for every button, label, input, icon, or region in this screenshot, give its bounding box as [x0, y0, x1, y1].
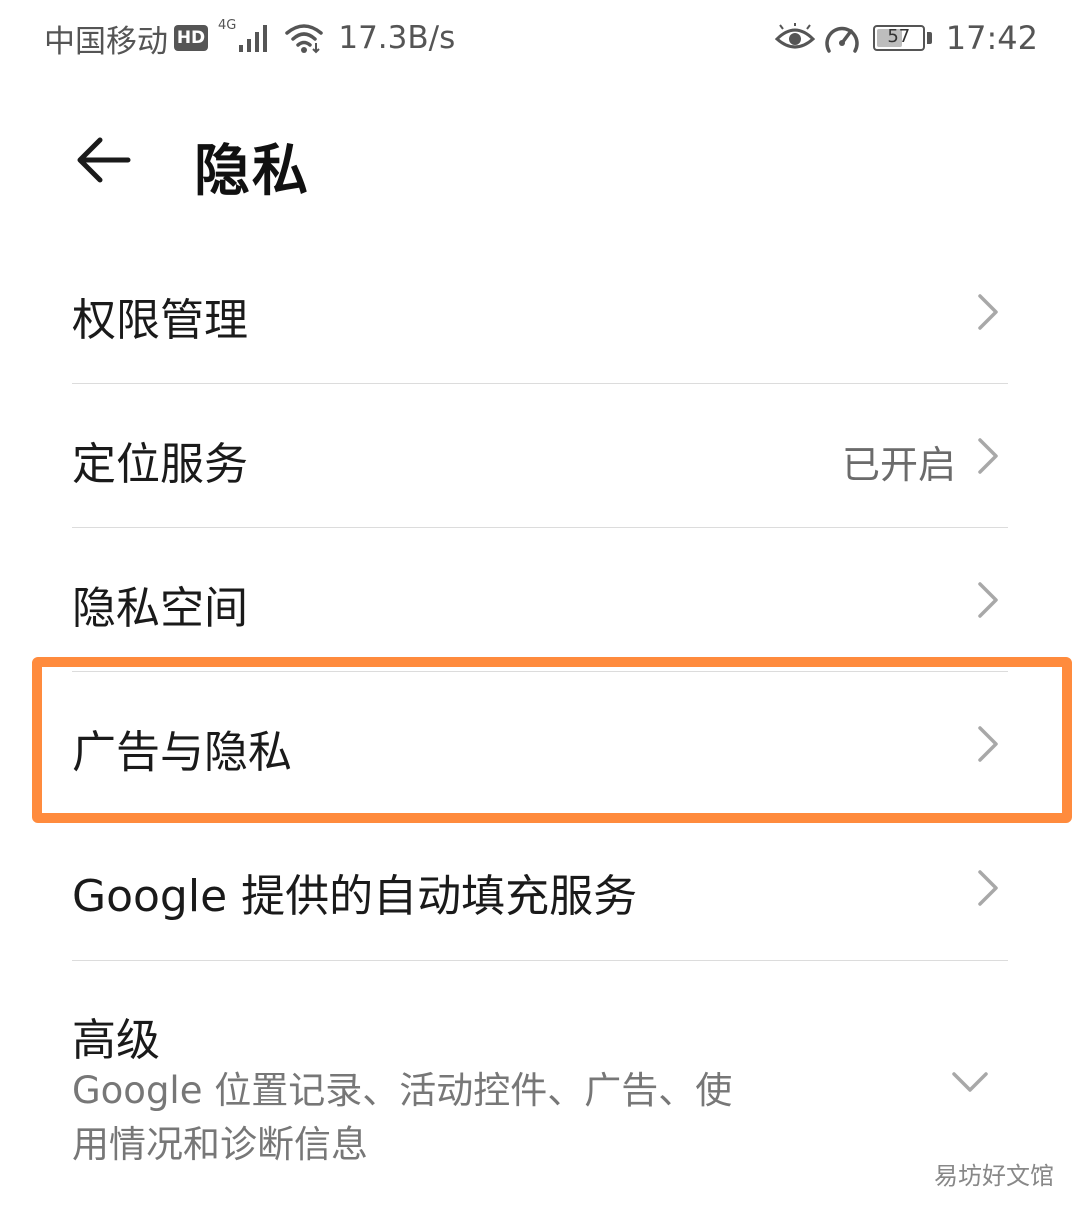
private-space-label: 隐私空间 [72, 583, 248, 634]
battery-icon: 57 [872, 25, 925, 51]
location-service-label: 定位服务 [72, 439, 248, 490]
network-type: 4G [218, 18, 237, 33]
wifi-icon [285, 24, 324, 54]
location-service-item[interactable]: 定位服务 已开启 [72, 408, 1008, 504]
advanced-subtitle-line1: Google 位置记录、活动控件、广告、使 [72, 1069, 733, 1112]
advanced-subtitle-line2: 用情况和诊断信息 [72, 1123, 368, 1166]
hd-badge: HD [174, 25, 208, 51]
advanced-item[interactable]: 高级 Google 位置记录、活动控件、广告、使 用情况和诊断信息 [72, 990, 1008, 1180]
chevron-right-icon [978, 582, 998, 618]
divider [72, 960, 1008, 961]
watermark: 易坊好文馆 [934, 1162, 1054, 1190]
status-bar-left: 中国移动 HD 4G 17.3B/s [44, 16, 455, 60]
app-header: 隐私 [0, 100, 1080, 220]
divider [72, 671, 1008, 672]
google-autofill-item[interactable]: Google 提供的自动填充服务 [72, 840, 1008, 936]
network-speed: 17.3B/s [338, 20, 456, 56]
chevron-right-icon [978, 438, 998, 474]
divider [72, 527, 1008, 528]
private-space-item[interactable]: 隐私空间 [72, 552, 1008, 648]
location-service-status: 已开启 [841, 443, 956, 487]
advanced-label: 高级 [72, 1015, 160, 1066]
divider [72, 383, 1008, 384]
permission-management-item[interactable]: 权限管理 [72, 264, 1008, 360]
signal-icon [239, 25, 268, 52]
arrow-left-icon [77, 137, 131, 183]
chevron-right-icon [978, 870, 998, 906]
speedometer-icon [825, 26, 859, 53]
back-button[interactable] [66, 125, 146, 195]
divider [72, 815, 1008, 816]
google-autofill-label: Google 提供的自动填充服务 [72, 871, 638, 922]
page-title: 隐私 [194, 139, 310, 204]
ads-and-privacy-item[interactable]: 广告与隐私 [72, 696, 1008, 792]
battery-cap [926, 32, 932, 44]
permission-management-label: 权限管理 [72, 295, 248, 346]
carrier-name: 中国移动 [44, 23, 168, 60]
chevron-right-icon [978, 294, 998, 330]
status-bar: 中国移动 HD 4G 17.3B/s 57 17:42 [0, 0, 1080, 78]
eye-comfort-icon [774, 23, 815, 49]
chevron-down-icon [952, 1072, 988, 1092]
ads-and-privacy-label: 广告与隐私 [72, 727, 292, 778]
clock: 17:42 [945, 19, 1038, 57]
status-bar-right: 57 17:42 [774, 16, 1038, 60]
battery-percent: 57 [887, 26, 911, 47]
chevron-right-icon [978, 726, 998, 762]
